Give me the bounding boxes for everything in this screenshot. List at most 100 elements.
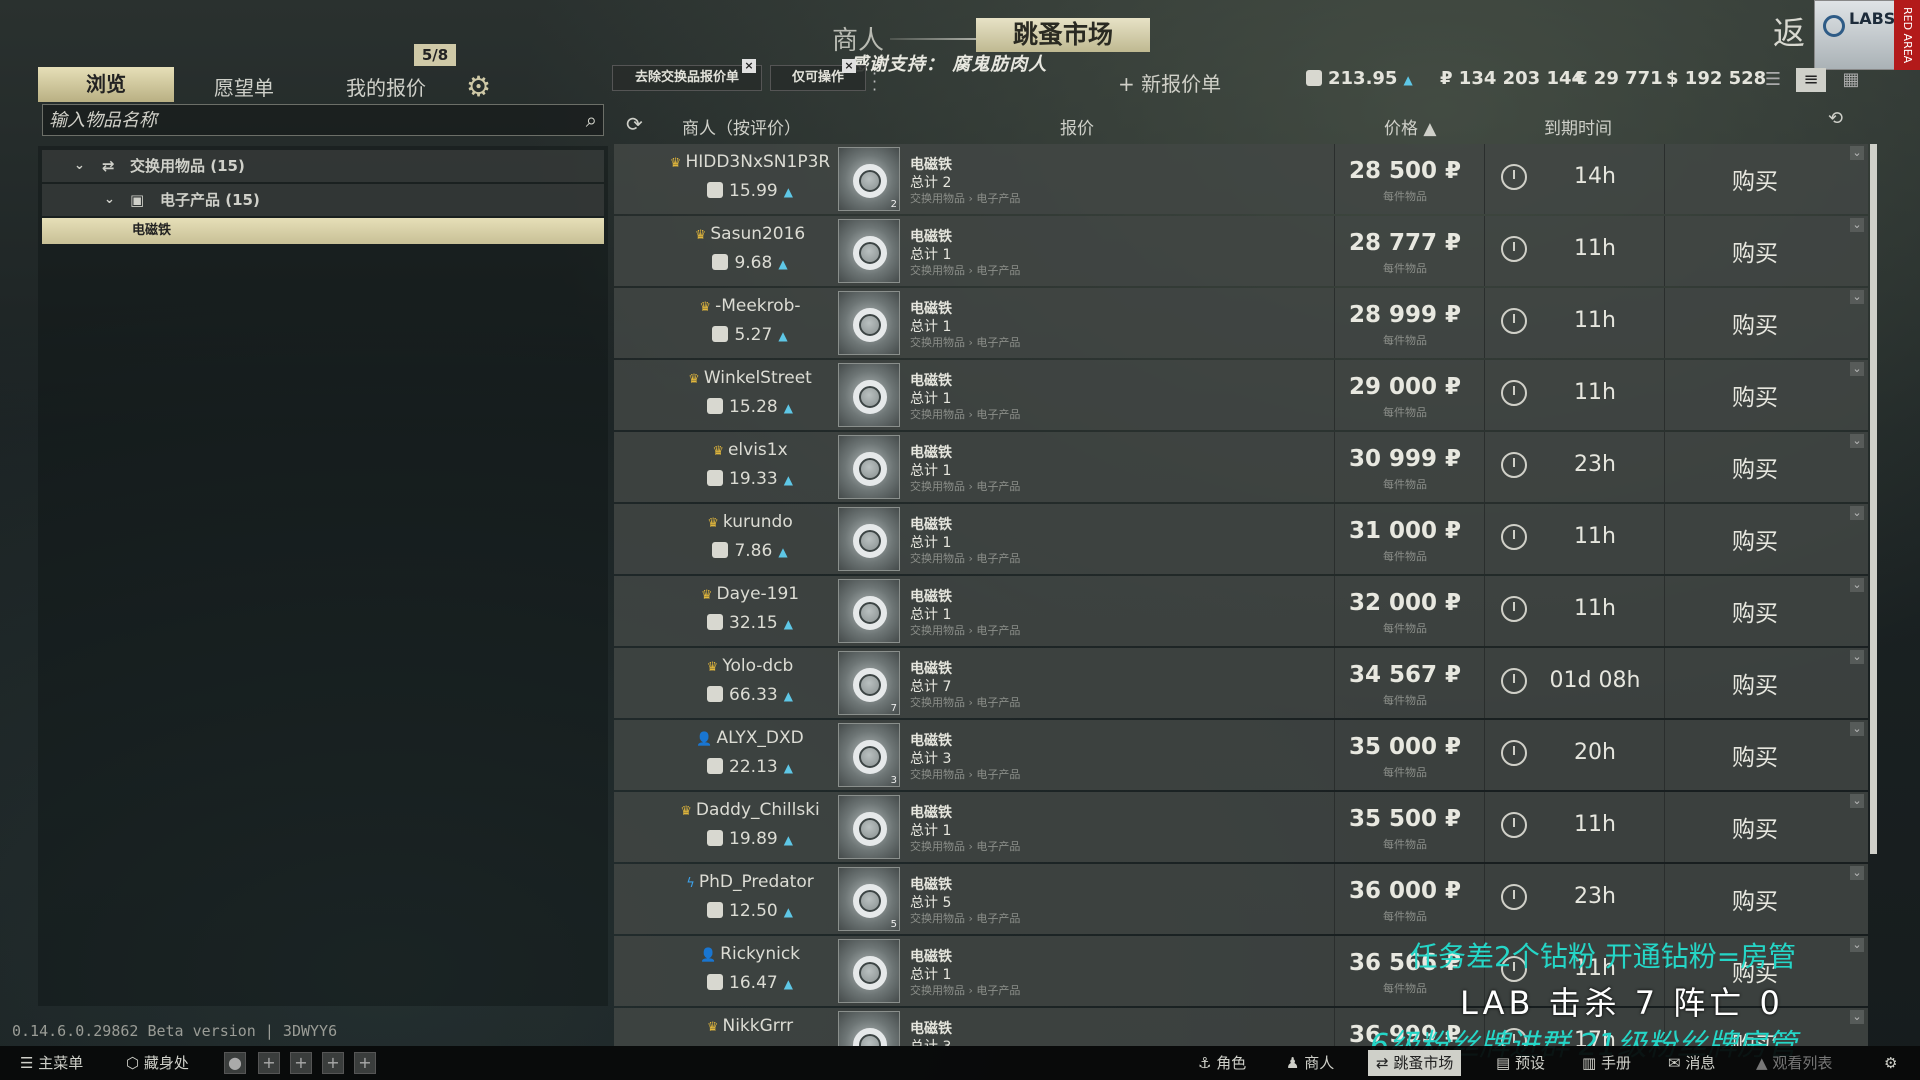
table-row[interactable]: ♛ Yolo-dcb 66.33 ▲ 7 电磁铁 总计 7 交换用物品 › 电子产品… [614, 648, 1868, 718]
trader-cell[interactable]: ♛ Yolo-dcb 66.33 ▲ [660, 648, 840, 718]
tab-browse[interactable]: 浏览 [38, 67, 174, 102]
item-thumbnail[interactable]: 2 [838, 147, 900, 211]
chevron-down-icon[interactable]: ⌄ [1850, 722, 1864, 736]
column-expires[interactable]: 到期时间 [1544, 114, 1612, 139]
table-row[interactable]: ♛ HIDD3NxSN1P3R 15.99 ▲ 2 电磁铁 总计 2 交换用物品 ›… [614, 144, 1868, 214]
buy-button[interactable]: 购买 [1665, 522, 1845, 556]
add-icon[interactable]: + [322, 1052, 344, 1074]
item-thumbnail[interactable] [838, 939, 900, 1003]
item-cell[interactable] [836, 792, 900, 862]
item-thumbnail[interactable] [838, 507, 900, 571]
trader-cell[interactable]: ♛ elvis1x 19.33 ▲ [660, 432, 840, 502]
trader-name[interactable]: ♛ Daddy_Chillski [660, 800, 840, 820]
add-icon[interactable]: + [290, 1052, 312, 1074]
presets-button[interactable]: ▤ 预设 [1488, 1050, 1553, 1076]
trader-cell[interactable]: ♛ Sasun2016 9.68 ▲ [660, 216, 840, 286]
tree-item-electronics[interactable]: ⌄ ▣ 电子产品 (15) [42, 184, 604, 216]
watchlist-button[interactable]: ▲ 观看列表 [1748, 1050, 1840, 1076]
buy-button[interactable]: 购买 [1665, 450, 1845, 484]
buy-cell[interactable]: 购买 [1664, 720, 1844, 790]
buy-button[interactable]: 购买 [1665, 882, 1845, 916]
item-thumbnail[interactable] [838, 291, 900, 355]
trader-cell[interactable]: ♛ Daddy_Chillski 19.89 ▲ [660, 792, 840, 862]
trader-name[interactable]: ♛ -Meekrob- [660, 296, 840, 316]
item-thumbnail[interactable] [838, 363, 900, 427]
trader-name[interactable]: ♛ HIDD3NxSN1P3R [660, 152, 840, 172]
table-row[interactable]: ♛ elvis1x 19.33 ▲ 电磁铁 总计 1 交换用物品 › 电子产品 30… [614, 432, 1868, 502]
chevron-down-icon[interactable]: ⌄ [1850, 794, 1864, 808]
buy-button[interactable]: 购买 [1665, 378, 1845, 412]
filter-remove-barter[interactable]: 去除交换品报价单 [612, 65, 762, 91]
item-cell[interactable]: 5 [836, 864, 900, 934]
add-icon[interactable]: + [354, 1052, 376, 1074]
trader-cell[interactable]: 👤 ALYX_DXD 22.13 ▲ [660, 720, 840, 790]
table-row[interactable]: ♛ Daddy_Chillski 19.89 ▲ 电磁铁 总计 1 交换用物品 › … [614, 792, 1868, 862]
search-input[interactable] [49, 107, 569, 133]
chevron-down-icon[interactable]: ⌄ [1850, 866, 1864, 880]
buy-cell[interactable]: 购买 [1664, 216, 1844, 286]
buy-cell[interactable]: 购买 [1664, 864, 1844, 934]
chevron-down-icon[interactable]: ⌄ [1850, 434, 1864, 448]
trader-name[interactable]: ♛ Daye-191 [660, 584, 840, 604]
chevron-down-icon[interactable]: ⌄ [1850, 650, 1864, 664]
trader-cell[interactable]: ♛ Daye-191 32.15 ▲ [660, 576, 840, 646]
profile-icon[interactable]: ● [224, 1052, 246, 1074]
item-thumbnail[interactable] [838, 435, 900, 499]
trader-cell[interactable]: ♛ HIDD3NxSN1P3R 15.99 ▲ [660, 144, 840, 214]
buy-button[interactable]: 购买 [1665, 738, 1845, 772]
trader-name[interactable]: ϟ PhD_Predator [660, 872, 840, 892]
chevron-down-icon[interactable]: ⌄ [1850, 146, 1864, 160]
tab-flea-market[interactable]: 跳蚤市场 [976, 18, 1150, 52]
tab-my-offers[interactable]: 我的报价 [346, 72, 426, 101]
trader-cell[interactable]: ♛ -Meekrob- 5.27 ▲ [660, 288, 840, 358]
item-cell[interactable] [836, 432, 900, 502]
hideout-button[interactable]: ⬡ 藏身处 [118, 1050, 197, 1076]
buy-cell[interactable]: 购买 [1664, 504, 1844, 574]
buy-cell[interactable]: 购买 [1664, 432, 1844, 502]
chevron-down-icon[interactable]: ⌄ [1850, 1010, 1864, 1024]
buy-button[interactable]: 购买 [1665, 234, 1845, 268]
item-cell[interactable]: 7 [836, 648, 900, 718]
item-cell[interactable]: 3 [836, 720, 900, 790]
table-row[interactable]: ♛ -Meekrob- 5.27 ▲ 电磁铁 总计 1 交换用物品 › 电子产品 2… [614, 288, 1868, 358]
trader-name[interactable]: ♛ WinkelStreet [660, 368, 840, 388]
table-row[interactable]: ♛ kurundo 7.86 ▲ 电磁铁 总计 1 交换用物品 › 电子产品 31 … [614, 504, 1868, 574]
scrollbar[interactable] [1870, 144, 1877, 854]
chevron-down-icon[interactable]: ⌄ [1850, 218, 1864, 232]
item-cell[interactable] [836, 1008, 900, 1046]
trader-cell[interactable]: ♛ NikkGrrr [660, 1008, 840, 1046]
buy-cell[interactable]: 购买 [1664, 144, 1844, 214]
view-list-icon[interactable]: ≡ [1796, 68, 1826, 92]
item-thumbnail[interactable] [838, 219, 900, 283]
character-button[interactable]: ⚓ 角色 [1190, 1050, 1254, 1076]
item-thumbnail[interactable] [838, 579, 900, 643]
item-cell[interactable] [836, 936, 900, 1006]
search-icon[interactable]: ⌕ [586, 108, 597, 132]
tab-wishlist[interactable]: 愿望单 [214, 72, 274, 101]
add-icon[interactable]: + [258, 1052, 280, 1074]
settings-icon[interactable]: ⚙ [1876, 1050, 1905, 1076]
more-icon[interactable]: · · · [872, 66, 877, 98]
buy-button[interactable]: 购买 [1665, 162, 1845, 196]
messages-button[interactable]: ✉ 消息 [1660, 1050, 1723, 1076]
item-cell[interactable] [836, 504, 900, 574]
close-icon[interactable]: × [842, 59, 856, 73]
table-row[interactable]: 👤 ALYX_DXD 22.13 ▲ 3 电磁铁 总计 3 交换用物品 › 电子产品… [614, 720, 1868, 790]
trader-cell[interactable]: 👤 Rickynick 16.47 ▲ [660, 936, 840, 1006]
table-row[interactable]: ϟ PhD_Predator 12.50 ▲ 5 电磁铁 总计 5 交换用物品 › … [614, 864, 1868, 934]
view-grid-icon[interactable]: ▦ [1836, 68, 1866, 92]
item-cell[interactable]: 2 [836, 144, 900, 214]
item-thumbnail[interactable]: 7 [838, 651, 900, 715]
item-cell[interactable] [836, 288, 900, 358]
chevron-down-icon[interactable]: ⌄ [104, 184, 115, 216]
item-thumbnail[interactable] [838, 1011, 900, 1046]
tree-item-selected[interactable]: 电磁铁 [42, 218, 604, 244]
trader-name[interactable]: ♛ NikkGrrr [660, 1016, 840, 1036]
main-menu-button[interactable]: ☰ 主菜单 [12, 1050, 91, 1076]
item-thumbnail[interactable] [838, 795, 900, 859]
item-thumbnail[interactable]: 5 [838, 867, 900, 931]
handbook-button[interactable]: ▥ 手册 [1574, 1050, 1639, 1076]
chevron-down-icon[interactable]: ⌄ [1850, 578, 1864, 592]
buy-button[interactable]: 购买 [1665, 594, 1845, 628]
gear-icon[interactable]: ⚙ [466, 70, 491, 103]
